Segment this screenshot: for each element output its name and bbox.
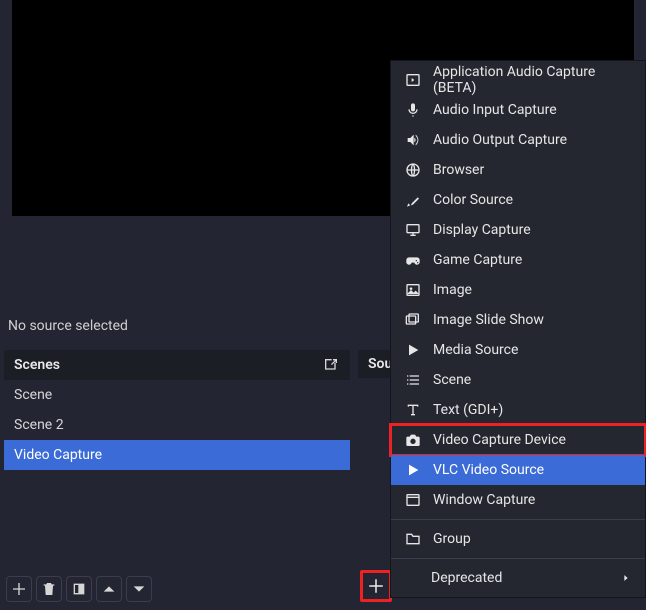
play-icon: [405, 462, 421, 478]
app-audio-icon: [405, 72, 421, 88]
menu-item[interactable]: Window Capture: [391, 485, 645, 515]
add-scene-button[interactable]: [6, 576, 32, 602]
scenes-list: SceneScene 2Video Capture: [4, 380, 350, 570]
window-icon: [405, 492, 421, 508]
chevron-down-icon: [131, 581, 147, 597]
camera-icon: [405, 432, 421, 448]
trash-icon: [41, 581, 57, 597]
menu-item-label: Audio Output Capture: [433, 132, 567, 148]
add-source-button[interactable]: [360, 570, 392, 602]
menu-item[interactable]: Text (GDI+): [391, 395, 645, 425]
menu-item-label: Text (GDI+): [433, 402, 503, 418]
menu-item-label: Audio Input Capture: [433, 102, 557, 118]
list-item[interactable]: Scene 2: [4, 410, 350, 440]
image-icon: [405, 282, 421, 298]
menu-item[interactable]: Group: [391, 524, 645, 554]
scenes-title: Scenes: [14, 357, 60, 373]
menu-item[interactable]: Game Capture: [391, 245, 645, 275]
menu-item-label: Image: [433, 282, 472, 298]
scenes-header: Scenes: [4, 350, 350, 380]
menu-item-label: Application Audio Capture (BETA): [433, 64, 631, 96]
menu-item-label: Browser: [433, 162, 484, 178]
menu-item-label: Game Capture: [433, 252, 522, 268]
menu-item[interactable]: Scene: [391, 365, 645, 395]
menu-item[interactable]: Image: [391, 275, 645, 305]
move-scene-down-button[interactable]: [126, 576, 152, 602]
menu-item-label: Color Source: [433, 192, 513, 208]
menu-item[interactable]: Media Source: [391, 335, 645, 365]
globe-icon: [405, 162, 421, 178]
plus-icon: [367, 577, 385, 595]
brush-icon: [405, 192, 421, 208]
menu-item-label: Image Slide Show: [433, 312, 544, 328]
menu-separator: [391, 519, 645, 520]
menu-separator: [391, 558, 645, 559]
chevron-up-icon: [101, 581, 117, 597]
mic-icon: [405, 102, 421, 118]
scenes-panel: Scenes SceneScene 2Video Capture: [4, 350, 350, 570]
plus-icon: [11, 581, 27, 597]
move-scene-up-button[interactable]: [96, 576, 122, 602]
menu-item-label: Group: [433, 531, 471, 547]
detach-icon[interactable]: [322, 356, 340, 374]
remove-scene-button[interactable]: [36, 576, 62, 602]
status-no-source: No source selected: [6, 318, 441, 334]
list-icon: [405, 372, 421, 388]
menu-item[interactable]: Image Slide Show: [391, 305, 645, 335]
menu-item-label: Deprecated: [431, 570, 502, 586]
menu-item[interactable]: Audio Output Capture: [391, 125, 645, 155]
menu-item[interactable]: VLC Video Source: [391, 455, 645, 485]
gamepad-icon: [405, 252, 421, 268]
menu-item-label: Window Capture: [433, 492, 535, 508]
menu-item[interactable]: Application Audio Capture (BETA): [391, 65, 645, 95]
scene-filters-button[interactable]: [66, 576, 92, 602]
chevron-right-icon: [621, 573, 631, 583]
menu-item-label: Scene: [433, 372, 471, 388]
folder-icon: [405, 531, 421, 547]
speaker-icon: [405, 132, 421, 148]
scenes-dock-buttons: [6, 576, 152, 602]
menu-item[interactable]: Display Capture: [391, 215, 645, 245]
list-item[interactable]: Video Capture: [4, 440, 350, 470]
menu-item[interactable]: Video Capture Device: [391, 425, 645, 455]
slides-icon: [405, 312, 421, 328]
list-item[interactable]: Scene: [4, 380, 350, 410]
menu-item-label: Display Capture: [433, 222, 531, 238]
menu-item-label: Video Capture Device: [433, 432, 566, 448]
scene-filter-icon: [71, 581, 87, 597]
add-source-menu: Application Audio Capture (BETA) Audio In…: [390, 60, 646, 598]
play-icon: [405, 342, 421, 358]
menu-item-label: VLC Video Source: [433, 462, 544, 478]
menu-item[interactable]: Browser: [391, 155, 645, 185]
menu-item[interactable]: Deprecated: [391, 563, 645, 593]
menu-item[interactable]: Color Source: [391, 185, 645, 215]
sources-title: Sou: [368, 356, 392, 372]
text-icon: [405, 402, 421, 418]
monitor-icon: [405, 222, 421, 238]
menu-item[interactable]: Audio Input Capture: [391, 95, 645, 125]
menu-item-label: Media Source: [433, 342, 518, 358]
